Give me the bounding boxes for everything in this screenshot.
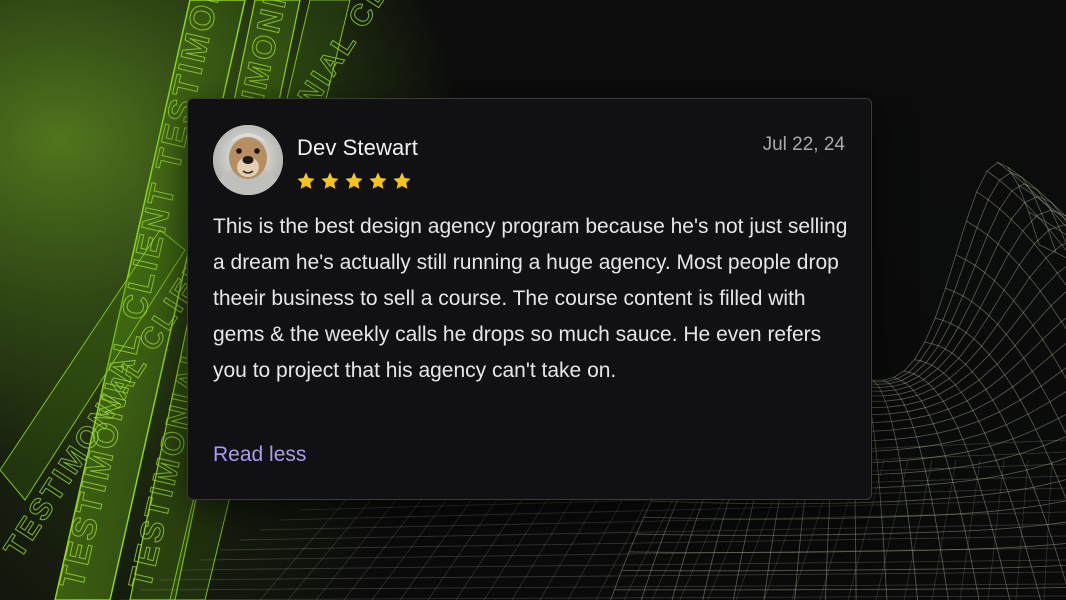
star-icon <box>369 172 387 189</box>
reviewer-name: Dev Stewart <box>297 135 418 160</box>
testimonial-card: Dev Stewart Jul 22, 24 This is the best … <box>187 98 872 500</box>
floor-grid-line <box>179 559 1066 571</box>
dog-avatar-icon <box>213 125 283 195</box>
avatar <box>213 125 283 195</box>
floor-grid-line <box>1043 459 1053 600</box>
floor-grid-line <box>259 511 1066 531</box>
testimonial-scene: TESTIMONIAL CLIENT TESTIMONIAL CLIENT TE… <box>0 0 1066 600</box>
read-less-link[interactable]: Read less <box>213 443 306 467</box>
star-icon <box>321 172 339 189</box>
floor-grid-line <box>931 459 957 600</box>
star-rating <box>296 171 412 191</box>
wireframe-line <box>966 220 1066 330</box>
floor-grid-line <box>1015 459 1029 600</box>
star-icon <box>345 172 363 189</box>
star-icon <box>393 172 411 189</box>
review-date: Jul 22, 24 <box>762 134 845 155</box>
floor-grid-line <box>279 499 1066 521</box>
wireframe-line <box>914 359 1041 600</box>
wireframe-line <box>621 564 1066 572</box>
review-text: This is the best design agency program b… <box>213 215 848 382</box>
wireframe-line <box>1038 244 1066 259</box>
floor-grid-line <box>875 459 909 600</box>
star-icon <box>297 172 315 189</box>
floor-grid-line <box>159 571 1066 581</box>
